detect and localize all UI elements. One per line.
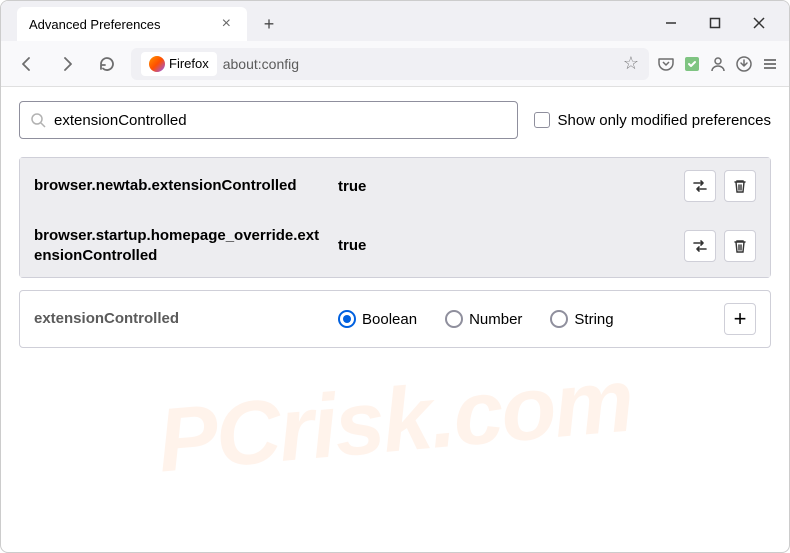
search-input[interactable] <box>54 112 507 129</box>
new-tab-button[interactable]: + <box>255 10 283 38</box>
search-box[interactable] <box>19 101 518 139</box>
tab-title: Advanced Preferences <box>29 17 161 32</box>
new-preference-row: extensionControlled Boolean Number Strin… <box>19 290 771 348</box>
checkbox-label: Show only modified preferences <box>558 112 771 129</box>
maximize-button[interactable] <box>705 13 725 33</box>
browser-label: Firefox <box>169 56 209 71</box>
reload-button[interactable] <box>91 48 123 80</box>
type-radio-boolean[interactable]: Boolean <box>338 310 417 328</box>
pocket-icon[interactable] <box>657 55 675 73</box>
forward-button[interactable] <box>51 48 83 80</box>
radio-label: Number <box>469 311 522 328</box>
type-radio-string[interactable]: String <box>550 310 613 328</box>
titlebar: Advanced Preferences × + <box>1 1 789 41</box>
bookmark-star-icon[interactable]: ☆ <box>623 53 639 74</box>
search-icon <box>30 112 46 128</box>
close-window-button[interactable] <box>749 13 769 33</box>
menu-button[interactable] <box>761 55 779 73</box>
preference-value: true <box>338 178 670 195</box>
radio-icon <box>550 310 568 328</box>
preference-row: browser.newtab.extensionControlled true <box>20 158 770 214</box>
radio-label: Boolean <box>362 311 417 328</box>
back-button[interactable] <box>11 48 43 80</box>
minimize-button[interactable] <box>661 13 681 33</box>
radio-icon <box>445 310 463 328</box>
checkbox-icon <box>534 112 550 128</box>
firefox-icon <box>149 56 165 72</box>
new-preference-name: extensionControlled <box>34 309 324 329</box>
account-icon[interactable] <box>709 55 727 73</box>
close-tab-icon[interactable]: × <box>218 13 235 35</box>
browser-tab[interactable]: Advanced Preferences × <box>17 7 247 41</box>
delete-button[interactable] <box>724 230 756 262</box>
toggle-button[interactable] <box>684 230 716 262</box>
preference-name: browser.startup.homepage_override.extens… <box>34 226 324 265</box>
url-bar[interactable]: Firefox about:config ☆ <box>131 48 649 80</box>
delete-button[interactable] <box>724 170 756 202</box>
extension-icon[interactable] <box>683 55 701 73</box>
radio-icon <box>338 310 356 328</box>
toggle-button[interactable] <box>684 170 716 202</box>
radio-label: String <box>574 311 613 328</box>
preferences-list: browser.newtab.extensionControlled true … <box>19 157 771 278</box>
preference-value: true <box>338 237 670 254</box>
preference-row: browser.startup.homepage_override.extens… <box>20 214 770 277</box>
identity-badge[interactable]: Firefox <box>141 52 217 76</box>
downloads-icon[interactable] <box>735 55 753 73</box>
show-modified-checkbox[interactable]: Show only modified preferences <box>534 112 771 129</box>
type-radio-number[interactable]: Number <box>445 310 522 328</box>
browser-toolbar: Firefox about:config ☆ <box>1 41 789 87</box>
url-text: about:config <box>223 56 299 72</box>
preference-name: browser.newtab.extensionControlled <box>34 176 324 196</box>
add-button[interactable]: + <box>724 303 756 335</box>
